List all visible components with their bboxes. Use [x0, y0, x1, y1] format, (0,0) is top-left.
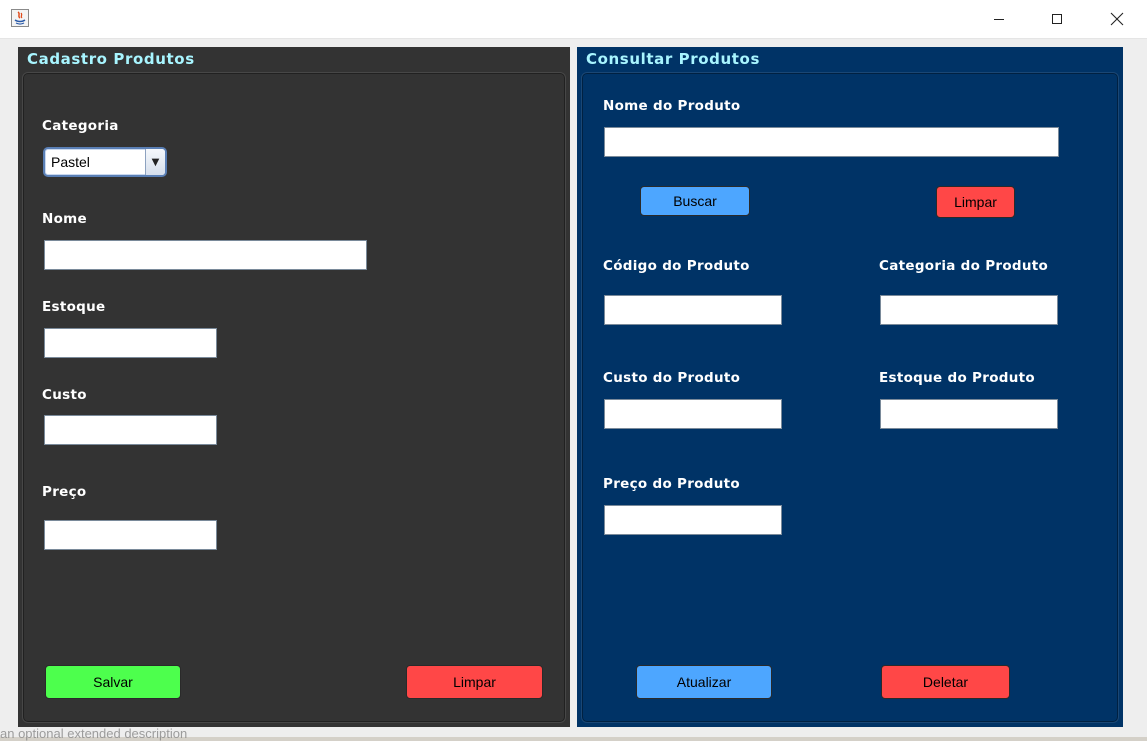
consultar-panel-border	[581, 72, 1119, 723]
nome-field[interactable]	[44, 240, 367, 270]
close-icon	[1110, 12, 1123, 26]
consultar-title: Consultar Produtos	[586, 50, 760, 68]
minimize-button[interactable]	[970, 0, 1028, 38]
custo-field[interactable]	[44, 415, 217, 445]
buscar-button[interactable]: Buscar	[640, 186, 750, 216]
limpar-cadastro-button[interactable]: Limpar	[406, 665, 543, 699]
deletar-button[interactable]: Deletar	[881, 665, 1010, 699]
window-titlebar	[0, 0, 1147, 39]
nome-produto-label: Nome do Produto	[603, 98, 741, 114]
close-button[interactable]	[1086, 0, 1147, 38]
codigo-produto-label: Código do Produto	[603, 258, 750, 274]
categoria-produto-label: Categoria do Produto	[879, 258, 1049, 274]
maximize-icon	[1052, 14, 1062, 24]
limpar-consulta-button[interactable]: Limpar	[936, 186, 1015, 218]
cadastro-panel: Cadastro Produtos Categoria Pastel ▼ Nom…	[18, 47, 570, 727]
estoque-produto-field[interactable]	[880, 399, 1058, 429]
custo-produto-label: Custo do Produto	[603, 370, 741, 386]
background-window-text: an optional extended description	[0, 726, 188, 741]
preco-field[interactable]	[44, 520, 217, 550]
custo-label: Custo	[42, 387, 87, 403]
chevron-down-icon[interactable]: ▼	[145, 149, 165, 175]
estoque-field[interactable]	[44, 328, 217, 358]
cadastro-title: Cadastro Produtos	[27, 50, 195, 68]
categoria-selected-value: Pastel	[51, 154, 90, 170]
categoria-label: Categoria	[42, 118, 119, 134]
estoque-label: Estoque	[42, 299, 106, 315]
preco-produto-field[interactable]	[604, 505, 782, 535]
categoria-produto-field[interactable]	[880, 295, 1058, 325]
custo-produto-field[interactable]	[604, 399, 782, 429]
nome-label: Nome	[42, 211, 87, 227]
preco-produto-label: Preço do Produto	[603, 476, 740, 492]
consultar-panel: Consultar Produtos Nome do Produto Busca…	[577, 47, 1123, 727]
java-app-icon	[11, 9, 29, 27]
atualizar-button[interactable]: Atualizar	[636, 665, 772, 699]
categoria-combobox[interactable]: Pastel ▼	[43, 147, 167, 177]
salvar-button[interactable]: Salvar	[45, 665, 181, 699]
nome-produto-field[interactable]	[604, 127, 1059, 157]
codigo-produto-field[interactable]	[604, 295, 782, 325]
preco-label: Preço	[42, 484, 87, 500]
minimize-icon	[994, 19, 1004, 20]
estoque-produto-label: Estoque do Produto	[879, 370, 1035, 386]
window-client-area: Cadastro Produtos Categoria Pastel ▼ Nom…	[0, 39, 1147, 737]
maximize-button[interactable]	[1028, 0, 1086, 38]
